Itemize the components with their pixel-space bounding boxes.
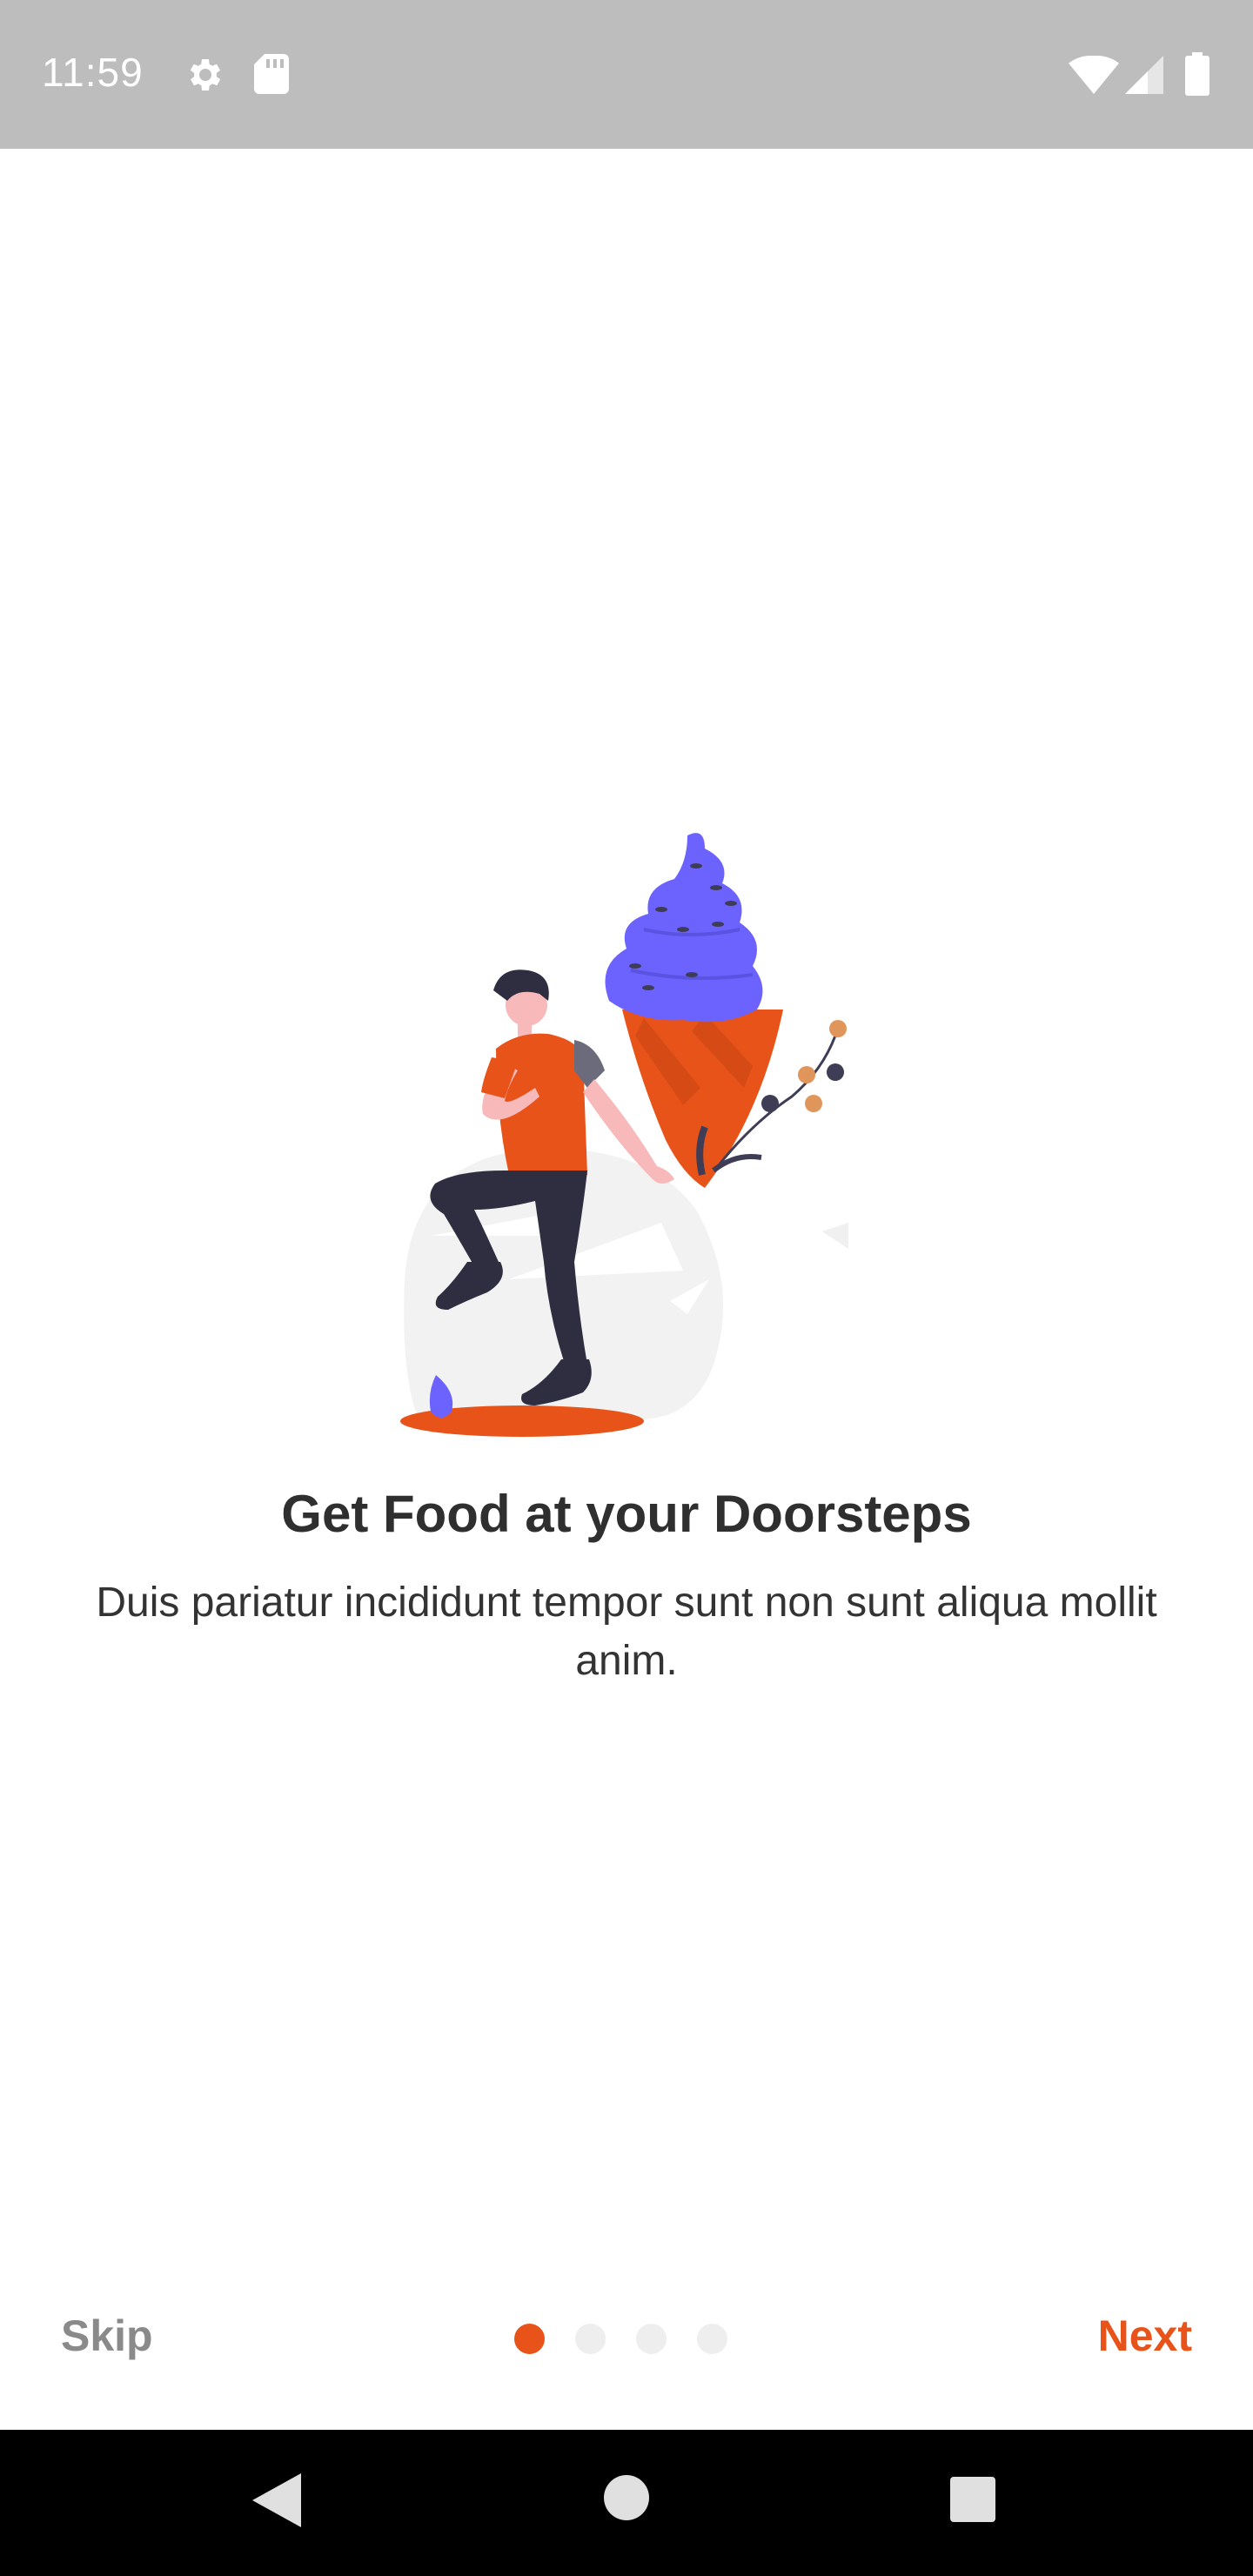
onboarding-title: Get Food at your Doorsteps <box>281 1485 972 1543</box>
page-dot-2[interactable] <box>575 2324 606 2354</box>
wifi-icon <box>1069 55 1119 98</box>
back-icon[interactable] <box>252 2473 301 2532</box>
status-time: 11:59 <box>42 50 144 95</box>
page-indicator <box>514 2324 740 2355</box>
recents-icon[interactable] <box>950 2477 995 2526</box>
page-dot-1[interactable] <box>514 2324 545 2354</box>
system-navigation-bar <box>0 2430 1253 2576</box>
onboarding-screen: 11:59 Get Food at your Doorsteps Duis pa… <box>0 0 1253 2576</box>
page-dot-4[interactable] <box>697 2324 727 2354</box>
onboarding-subtitle: Duis pariatur incididunt tempor sunt non… <box>96 1580 1157 1684</box>
status-bar: 11:59 <box>0 0 1253 149</box>
battery-icon <box>1185 52 1209 100</box>
settings-icon <box>184 54 226 100</box>
signal-icon <box>1125 56 1163 98</box>
next-button[interactable]: Next <box>1098 2311 1192 2361</box>
sd-card-icon <box>254 54 289 98</box>
page-dot-3[interactable] <box>636 2324 667 2354</box>
onboarding-illustration <box>396 827 866 1445</box>
skip-button[interactable]: Skip <box>61 2311 153 2361</box>
home-icon[interactable] <box>604 2475 649 2525</box>
